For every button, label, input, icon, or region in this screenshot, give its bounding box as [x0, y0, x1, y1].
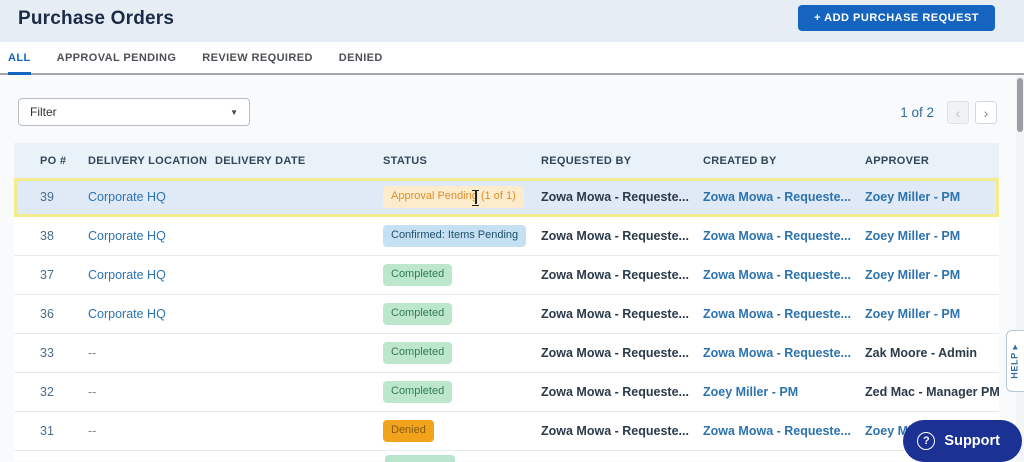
po-number: 31: [40, 424, 54, 438]
page-count: 1 of 2: [900, 105, 934, 120]
created-by-link[interactable]: Zowa Mowa - Requeste...: [703, 268, 865, 282]
question-circle-icon: ?: [917, 432, 936, 450]
column-header-delivery-location: DELIVERY LOCATION: [88, 154, 208, 167]
created-by-link[interactable]: Zowa Mowa - Requeste...: [703, 424, 865, 438]
filter-label: Filter: [30, 105, 57, 119]
po-number: 32: [40, 385, 54, 399]
status-badge: Denied: [383, 420, 434, 442]
column-header-po: PO #: [40, 154, 67, 167]
delivery-location: --: [88, 424, 97, 438]
tab-approval-pending[interactable]: APPROVAL PENDING: [57, 43, 177, 75]
table-row[interactable]: 31 -- Denied Zowa Mowa - Requeste... Zow…: [14, 412, 999, 451]
created-by-link[interactable]: Zowa Mowa - Requeste...: [703, 229, 865, 243]
status-cell: Completed: [383, 303, 541, 325]
table-row[interactable]: 37 Corporate HQ Completed Zowa Mowa - Re…: [14, 256, 999, 295]
page-title: Purchase Orders: [18, 8, 175, 29]
add-purchase-request-button[interactable]: + ADD PURCHASE REQUEST: [798, 5, 995, 31]
requested-by: Zowa Mowa - Requeste...: [541, 346, 689, 360]
status-badge: Confirmed: Items Pending: [383, 225, 527, 247]
help-side-tab[interactable]: HELP ▸: [1006, 330, 1024, 392]
help-tab-label: HELP ▸: [1010, 343, 1020, 379]
status-badge: Completed: [383, 381, 453, 403]
status-cell: Completed: [383, 264, 541, 286]
status-cell: Denied: [383, 420, 541, 442]
delivery-location: Corporate HQ: [88, 307, 166, 321]
table-row[interactable]: 39 Corporate HQ Approval Pending (1 of 1…: [14, 178, 999, 217]
po-number: 38: [40, 229, 54, 243]
approver-link[interactable]: Zoey Miller - PM: [865, 307, 999, 321]
created-by-link[interactable]: Zowa Mowa - Requeste...: [703, 346, 865, 360]
next-page-button[interactable]: ›: [975, 101, 997, 124]
table-row[interactable]: 36 Corporate HQ Completed Zowa Mowa - Re…: [14, 295, 999, 334]
column-header-created-by: CREATED BY: [703, 154, 777, 167]
support-label: Support: [944, 433, 1000, 449]
column-header-delivery-date: DELIVERY DATE: [215, 154, 306, 167]
table-header-row: PO # DELIVERY LOCATION DELIVERY DATE STA…: [14, 143, 999, 178]
approver-link[interactable]: Zoey Miller - PM: [865, 190, 999, 204]
partial-next-row: [14, 451, 999, 462]
column-header-requested-by: REQUESTED BY: [541, 154, 632, 167]
column-header-approver: APPROVER: [865, 154, 930, 167]
table-row[interactable]: 33 -- Completed Zowa Mowa - Requeste... …: [14, 334, 999, 373]
chevron-down-icon: ▼: [230, 107, 238, 117]
status-cell: Completed: [383, 381, 541, 403]
delivery-location: --: [88, 346, 97, 360]
po-number: 37: [40, 268, 54, 282]
requested-by: Zowa Mowa - Requeste...: [541, 424, 689, 438]
delivery-location: Corporate HQ: [88, 190, 166, 204]
requested-by: Zowa Mowa - Requeste...: [541, 268, 689, 282]
approver-link[interactable]: Zoey Miller - PM: [865, 268, 999, 282]
status-cell: Completed: [383, 342, 541, 364]
status-badge: Completed: [383, 342, 453, 364]
table-row[interactable]: 38 Corporate HQ Confirmed: Items Pending…: [14, 217, 999, 256]
requested-by: Zowa Mowa - Requeste...: [541, 229, 689, 243]
status-badge: Completed: [383, 264, 453, 286]
created-by-link[interactable]: Zowa Mowa - Requeste...: [703, 307, 865, 321]
status-cell: Confirmed: Items Pending: [383, 225, 541, 247]
po-number: 33: [40, 346, 54, 360]
tab-review-required[interactable]: REVIEW REQUIRED: [202, 43, 313, 75]
approver-link[interactable]: Zoey Miller - PM: [865, 229, 999, 243]
requested-by: Zowa Mowa - Requeste...: [541, 190, 689, 204]
approver: Zak Moore - Admin: [865, 346, 978, 360]
status-badge: Completed: [383, 303, 453, 325]
vertical-scrollbar-thumb[interactable]: [1017, 78, 1023, 132]
requested-by: Zowa Mowa - Requeste...: [541, 385, 689, 399]
status-cell: Approval Pending (1 of 1): [383, 186, 541, 208]
support-button[interactable]: ? Support: [903, 420, 1022, 462]
created-by-link[interactable]: Zoey Miller - PM: [703, 385, 865, 399]
created-by-link[interactable]: Zowa Mowa - Requeste...: [703, 190, 865, 204]
requested-by: Zowa Mowa - Requeste...: [541, 307, 689, 321]
column-header-status: STATUS: [383, 154, 428, 167]
delivery-location: Corporate HQ: [88, 229, 166, 243]
delivery-location: --: [88, 385, 97, 399]
status-badge: Approval Pending (1 of 1): [383, 186, 524, 208]
pagination: 1 of 2 ‹ ›: [900, 101, 997, 124]
table-row[interactable]: 32 -- Completed Zowa Mowa - Requeste... …: [14, 373, 999, 412]
purchase-orders-table: PO # DELIVERY LOCATION DELIVERY DATE STA…: [14, 143, 999, 462]
tab-all[interactable]: ALL: [8, 43, 31, 75]
po-number: 39: [40, 190, 54, 204]
approver: Zed Mac - Manager PM: [865, 385, 999, 399]
delivery-location: Corporate HQ: [88, 268, 166, 282]
vertical-scrollbar-track[interactable]: [1016, 76, 1024, 461]
prev-page-button[interactable]: ‹: [947, 101, 969, 124]
tab-denied[interactable]: DENIED: [339, 43, 383, 75]
po-number: 36: [40, 307, 54, 321]
tab-bar: ALL APPROVAL PENDING REVIEW REQUIRED DEN…: [0, 42, 1024, 75]
filter-dropdown[interactable]: Filter ▼: [18, 98, 250, 126]
